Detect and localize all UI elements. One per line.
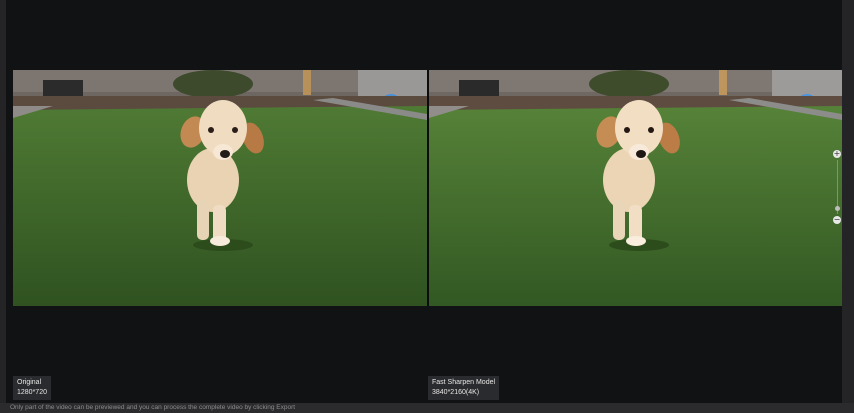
- right-edge: [842, 0, 854, 413]
- enhanced-preview: [429, 70, 842, 306]
- enhanced-resolution: 3840*2160(4K): [432, 389, 480, 396]
- original-preview: [13, 70, 427, 306]
- zoom-slider[interactable]: + −: [831, 150, 843, 224]
- dog-image-enhanced: [429, 70, 842, 306]
- zoom-in-icon[interactable]: +: [833, 150, 841, 158]
- original-resolution: 1280*720: [17, 389, 47, 396]
- original-label: Original 1280*720: [13, 376, 51, 400]
- status-bar: Only part of the video can be previewed …: [0, 403, 854, 413]
- model-title: Fast Sharpen Model: [432, 379, 496, 386]
- enhanced-label: Fast Sharpen Model 3840*2160(4K): [428, 376, 500, 400]
- zoom-out-icon[interactable]: −: [833, 216, 841, 224]
- original-title: Original: [17, 379, 42, 386]
- dog-image-original: [13, 70, 427, 306]
- zoom-knob[interactable]: [834, 206, 840, 212]
